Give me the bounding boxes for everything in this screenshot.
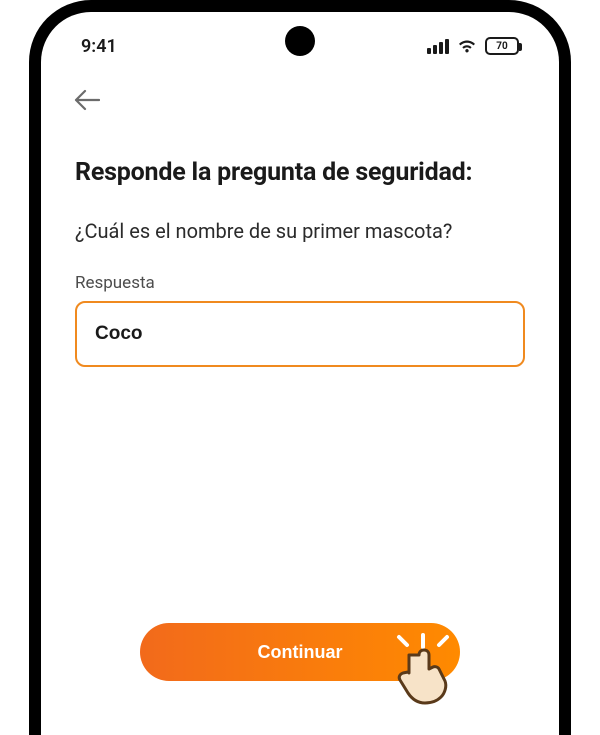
- security-question: ¿Cuál es el nombre de su primer mascota?: [75, 219, 525, 243]
- cellular-icon: [427, 39, 449, 54]
- answer-input[interactable]: [75, 301, 525, 367]
- back-button[interactable]: [69, 82, 105, 118]
- answer-label: Respuesta: [75, 273, 525, 293]
- camera-notch: [285, 26, 315, 56]
- clock: 9:41: [81, 36, 117, 57]
- arrow-left-icon: [74, 89, 100, 111]
- battery-icon: 70: [485, 37, 519, 55]
- continue-button[interactable]: Continuar: [140, 623, 460, 681]
- content-area: Responde la pregunta de seguridad: ¿Cuál…: [41, 118, 559, 367]
- status-icons: 70: [427, 37, 519, 55]
- nav-bar: [41, 62, 559, 118]
- phone-frame: 9:41 70 Responde la pregunta de segurida…: [29, 0, 571, 735]
- wifi-icon: [457, 38, 477, 54]
- page-title: Responde la pregunta de seguridad:: [75, 158, 525, 187]
